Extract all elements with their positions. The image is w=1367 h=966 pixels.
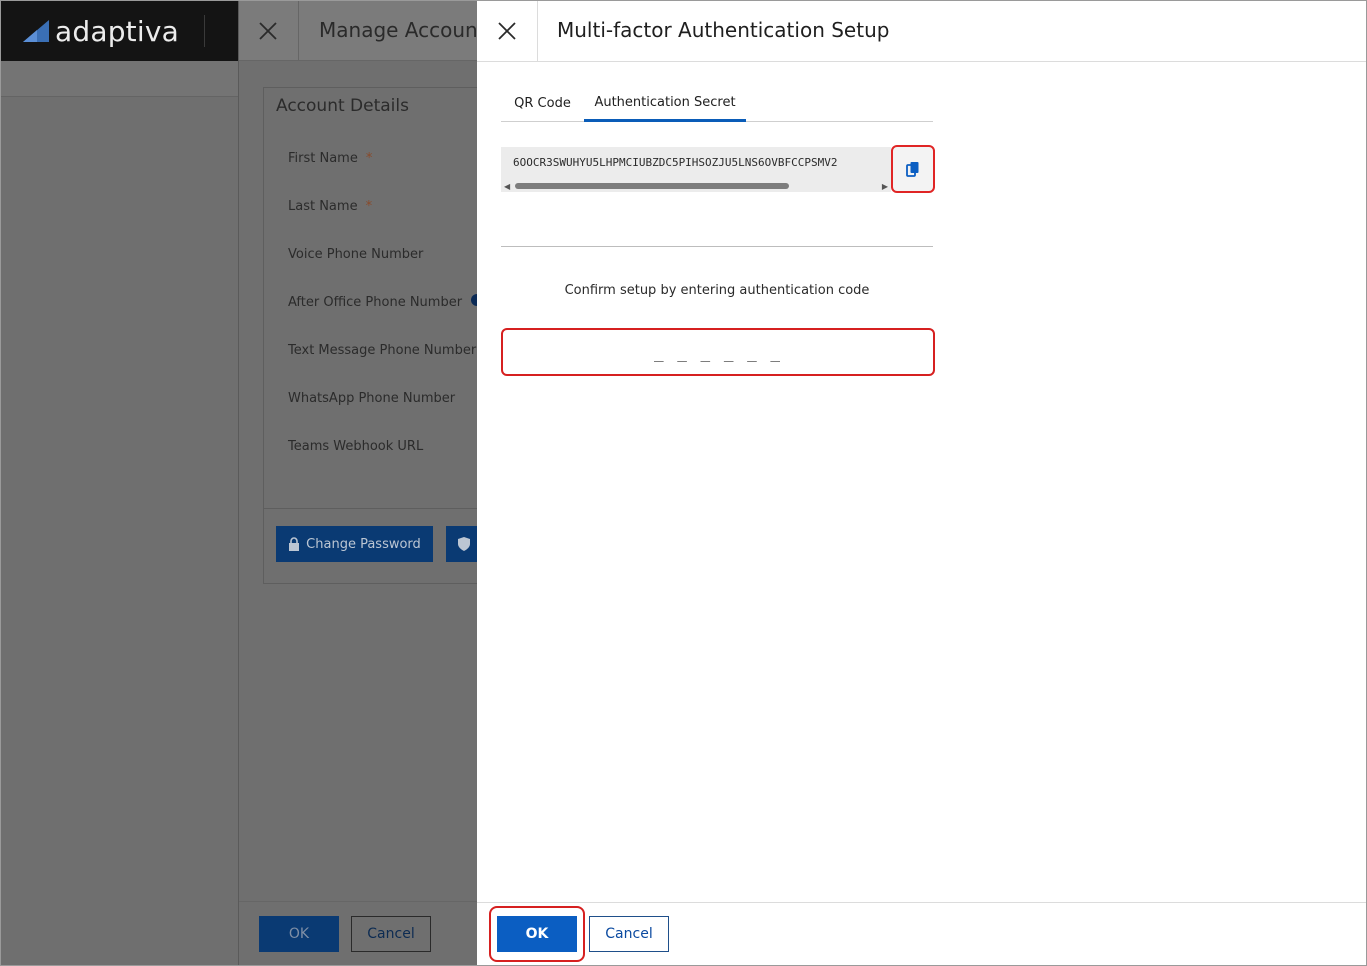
whatsapp-phone-label: WhatsApp Phone Number [288, 391, 456, 406]
first-name-label: First Name * [288, 151, 373, 166]
background-strip [1, 61, 238, 97]
mfa-dialog-title: Multi-factor Authentication Setup [557, 18, 890, 42]
mfa-cancel-button[interactable]: Cancel [589, 916, 669, 952]
close-icon[interactable] [493, 17, 521, 45]
copy-icon [906, 162, 919, 177]
change-password-label: Change Password [306, 536, 421, 552]
adaptiva-logo-icon [23, 20, 49, 42]
scroll-left-arrow-icon[interactable]: ◀ [504, 182, 510, 191]
teams-webhook-label: Teams Webhook URL [288, 439, 424, 454]
scroll-thumb[interactable] [515, 183, 789, 189]
close-icon[interactable] [255, 18, 281, 44]
mfa-tabs: QR Code Authentication Secret [501, 85, 933, 122]
header-divider [537, 1, 538, 62]
confirm-instructions: Confirm setup by entering authentication… [564, 283, 870, 298]
mfa-dialog-header: Multi-factor Authentication Setup [477, 1, 1366, 62]
text-message-phone-label: Text Message Phone Number [288, 343, 477, 358]
tab-authentication-secret[interactable]: Authentication Secret [584, 85, 746, 122]
manage-account-panel: Manage Account Account Details First Nam… [238, 1, 506, 965]
copy-secret-button[interactable] [891, 145, 935, 193]
account-details-section: Account Details First Name * Last Name * V… [263, 87, 506, 584]
mfa-ok-button[interactable]: OK [497, 916, 577, 952]
topbar-divider [204, 15, 205, 47]
manage-ok-button[interactable]: OK [259, 916, 339, 952]
footer-divider [239, 901, 478, 902]
section-divider [264, 508, 494, 509]
manage-account-title: Manage Account [319, 18, 486, 42]
horizontal-scrollbar[interactable]: ◀ ▶ [501, 181, 891, 191]
section-divider [501, 246, 933, 247]
app-window: adaptiva Manage Account Account Details … [0, 0, 1367, 966]
voice-phone-label: Voice Phone Number [288, 247, 424, 262]
adaptiva-logo: adaptiva [21, 11, 179, 51]
secret-field[interactable]: 6OOCR3SWUHYU5LHPMCIUBZDC5PIHSOZJU5LNS6OV… [501, 147, 891, 192]
secret-value: 6OOCR3SWUHYU5LHPMCIUBZDC5PIHSOZJU5LNS6OV… [513, 156, 838, 169]
header-divider [298, 1, 299, 61]
scroll-right-arrow-icon[interactable]: ▶ [882, 182, 888, 191]
manage-cancel-button[interactable]: Cancel [351, 916, 431, 952]
mfa-setup-dialog: Multi-factor Authentication Setup QR Cod… [477, 1, 1366, 965]
code-placeholder: _ _ _ _ _ _ [654, 343, 782, 362]
change-password-button[interactable]: Change Password [276, 526, 433, 562]
manage-account-header: Manage Account [239, 1, 486, 61]
shield-icon [458, 537, 470, 551]
footer-divider [477, 902, 1366, 903]
background-content [1, 61, 238, 965]
top-bar: adaptiva [1, 1, 238, 61]
required-marker: * [365, 199, 373, 214]
lock-icon [289, 537, 300, 551]
required-marker: * [365, 151, 373, 166]
authentication-code-input[interactable]: _ _ _ _ _ _ [501, 328, 935, 376]
last-name-label: Last Name * [288, 199, 373, 214]
account-details-title: Account Details [276, 96, 409, 116]
logo-text: adaptiva [55, 14, 179, 48]
tab-qr-code[interactable]: QR Code [501, 85, 584, 122]
after-office-phone-label: After Office Phone Number [288, 295, 463, 310]
